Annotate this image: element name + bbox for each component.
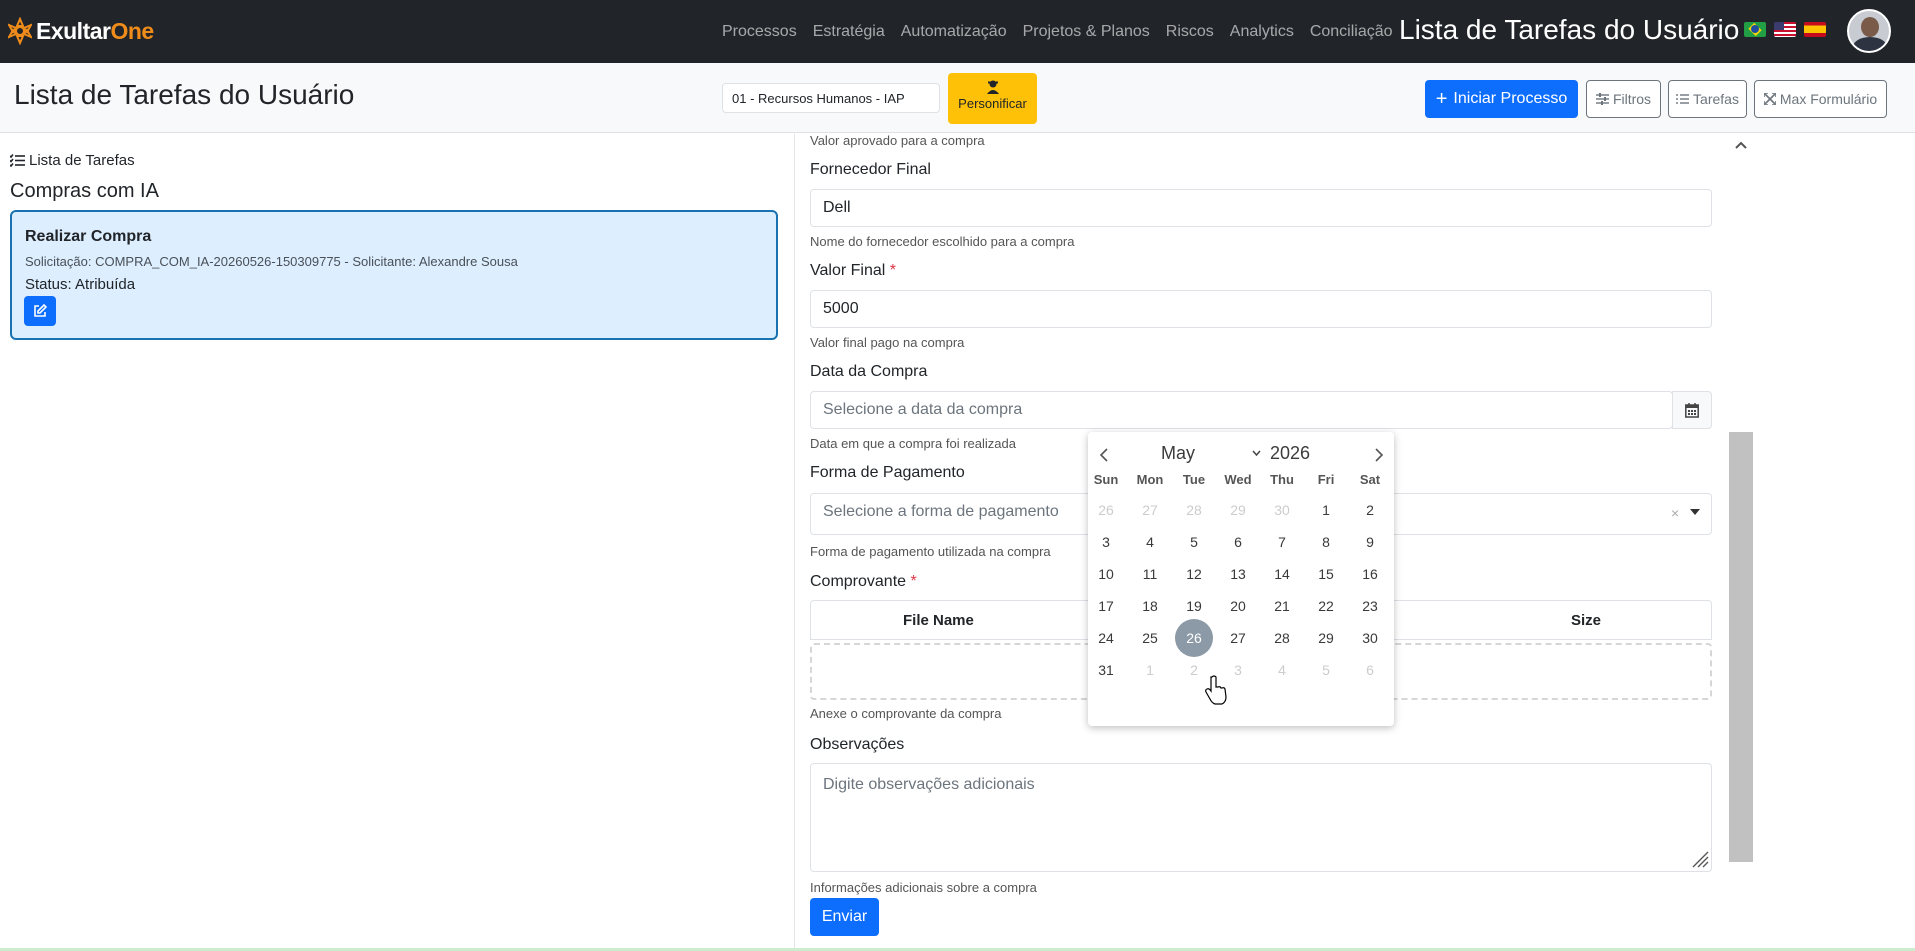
menu-projetos-planos[interactable]: Projetos & Planos xyxy=(1023,23,1150,41)
calendar-day-outside-month[interactable]: 6 xyxy=(1351,651,1389,689)
flag-brazil-icon[interactable] xyxy=(1744,22,1766,37)
weekday-fri: Fri xyxy=(1317,472,1335,487)
resize-handle-icon[interactable] xyxy=(1689,850,1709,868)
observacoes-help: Informações adicionais sobre a compra xyxy=(810,880,1037,895)
datepicker-popup: May 2026 Sun Mon Tue Wed Thu Fri Sat 26 27 28 29 3… xyxy=(1088,432,1394,726)
file-name-column: File Name xyxy=(903,612,974,629)
fornecedor-label: Fornecedor Final xyxy=(810,161,931,178)
required-mark: * xyxy=(889,262,896,279)
scrollbar-thumb[interactable] xyxy=(1729,432,1753,862)
filtros-label: Filtros xyxy=(1612,91,1652,107)
logo-icon xyxy=(8,17,32,45)
file-size-column: Size xyxy=(1571,612,1602,629)
month-dropdown-icon xyxy=(1252,450,1261,456)
process-select[interactable]: 01 - Recursos Humanos - IAP xyxy=(722,83,940,113)
menu-analytics[interactable]: Analytics xyxy=(1230,23,1294,41)
enviar-button[interactable]: Enviar xyxy=(810,898,879,936)
logo-text-exultar: Exultar xyxy=(36,17,111,44)
valor-final-label-text: Valor Final xyxy=(810,262,886,279)
menu-automatizacao[interactable]: Automatização xyxy=(901,23,1007,41)
flag-spain-icon[interactable] xyxy=(1804,22,1826,37)
next-month-icon[interactable] xyxy=(1375,448,1384,462)
year-input[interactable]: 2026 xyxy=(1270,443,1310,464)
prev-month-icon[interactable] xyxy=(1099,448,1108,462)
calendar-day-outside-month[interactable]: 4 xyxy=(1263,651,1301,689)
user-avatar[interactable] xyxy=(1847,9,1891,53)
weekday-mon: Mon xyxy=(1136,472,1164,487)
weekday-sat: Sat xyxy=(1359,472,1381,487)
task-subtitle: Solicitação: COMPRA_COM_IA-20260526-1503… xyxy=(25,254,518,269)
sliders-icon xyxy=(1595,93,1609,105)
forma-pagamento-help: Forma de pagamento utilizada na compra xyxy=(810,544,1051,559)
tarefas-label: Tarefas xyxy=(1693,91,1739,107)
tarefas-button[interactable]: Tarefas xyxy=(1668,80,1747,118)
max-formulario-button[interactable]: Max Formulário xyxy=(1754,80,1887,118)
panel-divider xyxy=(794,134,795,951)
task-title: Realizar Compra xyxy=(25,228,152,245)
calendar-day-outside-month[interactable]: 5 xyxy=(1307,651,1345,689)
forma-pagamento-label: Forma de Pagamento xyxy=(810,464,965,481)
calendar-toggle-button[interactable] xyxy=(1672,391,1712,429)
scroll-up-icon[interactable] xyxy=(1735,141,1747,149)
calendar-day-outside-month[interactable]: 1 xyxy=(1131,651,1169,689)
list-check-icon xyxy=(10,154,25,167)
data-compra-help: Data em que a compra foi realizada xyxy=(810,436,1016,451)
process-section-title: Compras com IA xyxy=(10,180,159,202)
max-formulario-label: Max Formulário xyxy=(1779,91,1878,107)
task-list-heading-label: Lista de Tarefas xyxy=(29,152,135,169)
month-select[interactable]: May xyxy=(1161,443,1195,464)
menu-estrategia[interactable]: Estratégia xyxy=(813,23,885,41)
calendar-day[interactable]: 31 xyxy=(1087,651,1125,689)
task-card[interactable]: Realizar Compra Solicitação: COMPRA_COM_… xyxy=(10,210,778,340)
valor-final-input[interactable]: 5000 xyxy=(810,290,1712,328)
iniciar-processo-button[interactable]: + Iniciar Processo xyxy=(1425,80,1578,118)
fornecedor-input[interactable]: Dell xyxy=(810,189,1712,227)
data-compra-label: Data da Compra xyxy=(810,363,928,380)
hand-cursor-icon xyxy=(1205,675,1227,705)
caret-down-icon xyxy=(1690,509,1700,515)
task-list-heading: Lista de Tarefas xyxy=(10,152,135,169)
comprovante-label-text: Comprovante xyxy=(810,573,907,590)
data-compra-input[interactable]: Selecione a data da compra xyxy=(810,391,1673,429)
menu-processos[interactable]: Processos xyxy=(722,23,797,41)
navbar-title: Lista de Tarefas do Usuário xyxy=(1399,14,1740,45)
required-mark: * xyxy=(910,573,917,590)
edit-icon xyxy=(34,304,47,317)
calendar-icon xyxy=(1685,402,1699,418)
valor-aprovado-help: Valor aprovado para a compra xyxy=(810,133,985,148)
page-title: Lista de Tarefas do Usuário xyxy=(14,79,355,110)
personificar-button[interactable]: Personificar xyxy=(948,73,1037,124)
logo-text-one: One xyxy=(110,17,154,44)
clear-selection-icon[interactable]: × xyxy=(1671,505,1679,521)
main-menu: Processos Estratégia Automatização Proje… xyxy=(722,0,1409,63)
app-logo[interactable]: ExultarOne xyxy=(8,17,154,45)
datepicker-header: May 2026 xyxy=(1088,440,1394,470)
observacoes-label: Observações xyxy=(810,736,905,753)
valor-final-help: Valor final pago na compra xyxy=(810,335,965,350)
observacoes-textarea[interactable]: Digite observações adicionais xyxy=(810,763,1712,872)
expand-icon xyxy=(1763,93,1776,105)
user-secret-icon xyxy=(986,80,999,94)
edit-task-button[interactable] xyxy=(24,296,56,326)
fornecedor-help: Nome do fornecedor escolhido para a comp… xyxy=(810,234,1075,249)
filtros-button[interactable]: Filtros xyxy=(1586,80,1661,118)
personificar-label: Personificar xyxy=(958,96,1027,111)
weekday-thu: Thu xyxy=(1270,472,1294,487)
plus-icon: + xyxy=(1435,88,1448,110)
flag-usa-icon[interactable] xyxy=(1774,22,1796,37)
weekday-sun: Sun xyxy=(1093,472,1119,487)
weekday-tue: Tue xyxy=(1182,472,1206,487)
menu-conciliacao[interactable]: Conciliação xyxy=(1310,23,1393,41)
comprovante-help: Anexe o comprovante da compra xyxy=(810,706,1002,721)
comprovante-label: Comprovante * xyxy=(810,573,917,591)
valor-final-label: Valor Final * xyxy=(810,262,896,280)
language-flags xyxy=(1744,22,1826,37)
top-navbar: ExultarOne Processos Estratégia Automati… xyxy=(0,0,1915,63)
list-check-icon xyxy=(1676,94,1690,104)
menu-riscos[interactable]: Riscos xyxy=(1166,23,1214,41)
iniciar-processo-label: Iniciar Processo xyxy=(1453,90,1568,107)
task-status: Status: Atribuída xyxy=(25,276,136,293)
weekday-wed: Wed xyxy=(1224,472,1252,487)
